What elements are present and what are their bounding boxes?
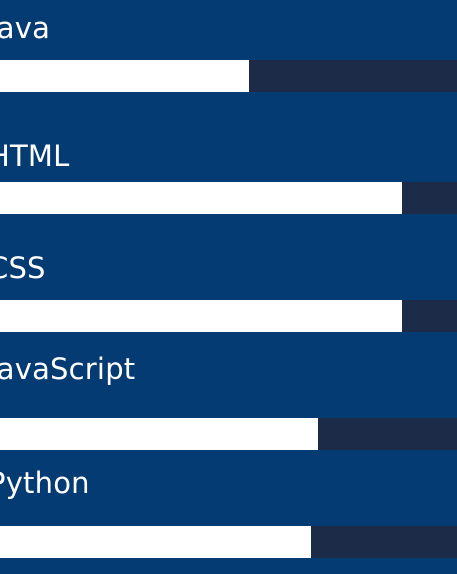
skill-bar-java <box>0 60 457 92</box>
skill-fill-javascript <box>0 418 318 450</box>
skills-panel: Java HTML CSS JavaScript Python <box>0 0 457 574</box>
skill-fill-python <box>0 526 311 558</box>
skill-label-css: CSS <box>0 251 46 285</box>
skill-python: Python <box>0 460 457 574</box>
skill-bar-python <box>0 526 457 558</box>
skill-html: HTML <box>0 122 457 236</box>
skill-bar-css <box>0 300 457 332</box>
skill-label-javascript: JavaScript <box>0 352 136 386</box>
skill-bar-javascript <box>0 418 457 450</box>
skill-javascript: JavaScript <box>0 352 457 466</box>
skill-java: Java <box>0 0 457 114</box>
skill-fill-java <box>0 60 250 92</box>
skill-label-html: HTML <box>0 139 70 173</box>
skill-fill-html <box>0 182 403 214</box>
skill-label-java: Java <box>0 11 51 45</box>
skill-bar-html <box>0 182 457 214</box>
skill-fill-css <box>0 300 403 332</box>
skill-css: CSS <box>0 239 457 353</box>
skill-label-python: Python <box>0 466 90 500</box>
